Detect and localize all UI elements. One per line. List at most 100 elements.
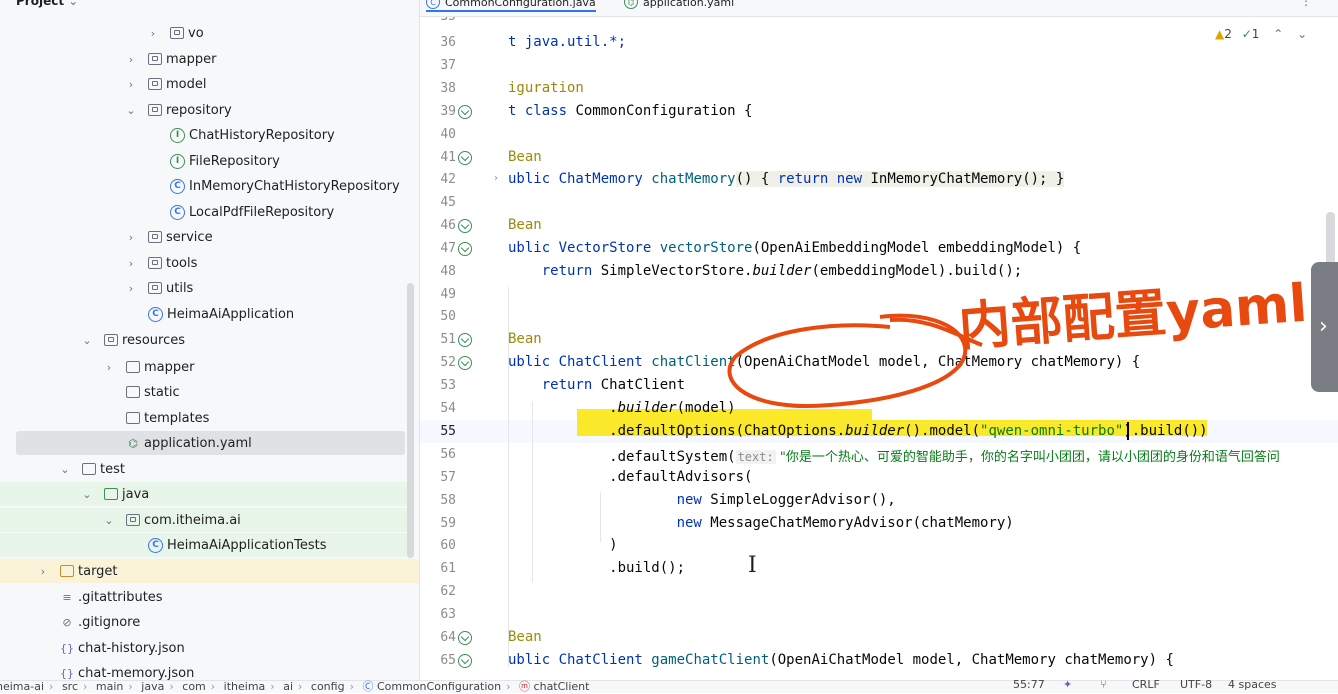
tree-item-chat-history-repository[interactable]: I ChatHistoryRepository [170, 123, 335, 147]
chevron-right-icon[interactable]: › [124, 53, 138, 66]
chevron-down-icon[interactable]: ⌄ [1297, 27, 1307, 41]
code-line-61: .build(); [508, 560, 685, 576]
tree-item-resources[interactable]: ⌄ resources [80, 328, 185, 352]
code-token: ublic ChatMemory [508, 171, 652, 187]
package-icon [126, 514, 140, 526]
bean-gutter-icon[interactable] [458, 356, 472, 370]
breadcrumb-item[interactable]: com [182, 680, 206, 693]
code-line-46: Bean [508, 217, 542, 233]
breadcrumb-item[interactable]: heima-ai [0, 680, 44, 693]
tree-item-mapper[interactable]: › mapper [124, 47, 217, 71]
tree-item-application-yaml[interactable]: ⌬ application.yaml [16, 431, 405, 455]
code-token: class [524, 103, 568, 119]
ai-assistant-icon[interactable]: ✦ [1063, 678, 1072, 691]
ink-circle-stroke [727, 313, 968, 408]
indent-setting[interactable]: 4 spaces [1228, 678, 1277, 691]
breadcrumb-item[interactable]: java [141, 680, 164, 693]
tree-item-file-repository[interactable]: I FileRepository [170, 149, 280, 173]
chevron-right-icon: › [1319, 314, 1328, 339]
class-c-icon: C [426, 0, 440, 9]
chevron-down-icon[interactable]: ⌄ [58, 463, 72, 476]
bean-gutter-icon[interactable] [458, 105, 472, 119]
tab-label: CommonConfiguration.java [445, 0, 596, 9]
code-editor[interactable]: ▲2 ✓1 ⌃ ⌄ 35 36 37 38 39 40 41 42 45 46 … [420, 17, 1338, 680]
code-line-60: ) [508, 537, 617, 553]
chevron-right-icon[interactable]: › [102, 361, 116, 374]
chevron-down-icon[interactable]: ⌄ [80, 488, 94, 501]
tree-item-chat-history-json[interactable]: {} chat-history.json [60, 636, 185, 660]
fold-chevron-icon[interactable]: › [494, 173, 498, 184]
chevron-right-icon[interactable]: › [36, 565, 50, 578]
code-token: InMemoryChatMemory(); } [862, 171, 1065, 187]
line-number: 45 [440, 195, 456, 210]
ok-count: 1 [1251, 27, 1260, 41]
project-scrollbar[interactable] [407, 283, 414, 558]
code-token: builder [617, 400, 677, 416]
file-encoding[interactable]: UTF-8 [1180, 678, 1212, 691]
tree-label: tools [166, 255, 198, 271]
tree-item-utils[interactable]: › utils [124, 276, 194, 300]
chevron-down-icon[interactable]: ⌄ [124, 104, 138, 117]
tab-common-configuration[interactable]: C CommonConfiguration.java [426, 0, 596, 12]
chevron-down-icon[interactable]: ⌄ [80, 334, 94, 347]
tree-item-com-itheima-ai[interactable]: ⌄ com.itheima.ai [0, 508, 407, 532]
tree-item-localpdf-repo[interactable]: C LocalPdfFileRepository [170, 200, 334, 224]
chevron-right-icon[interactable]: › [124, 282, 138, 295]
chevron-right-icon[interactable]: › [124, 78, 138, 91]
bean-gutter-icon[interactable] [458, 333, 472, 347]
breadcrumb-item[interactable]: main [96, 680, 123, 693]
project-title[interactable]: Project ⌄ [16, 0, 78, 8]
tree-item-vo[interactable]: › vo [146, 21, 204, 45]
code-token: SimpleLoggerAdvisor(), [701, 492, 896, 508]
code-token: ChatClient [592, 377, 686, 393]
tree-item-inmemory-repo[interactable]: C InMemoryChatHistoryRepository [170, 174, 400, 198]
breadcrumb-item[interactable]: chatClient [534, 680, 590, 693]
tree-item-test-java[interactable]: ⌄ java [0, 482, 407, 506]
floating-side-handle[interactable]: › [1311, 262, 1338, 392]
more-tabs-icon[interactable]: ⋮ [1300, 0, 1312, 8]
bean-gutter-icon[interactable] [458, 631, 472, 645]
tree-item-service[interactable]: › service [124, 225, 213, 249]
resources-folder-icon [104, 334, 118, 346]
line-number: 40 [440, 127, 456, 142]
inspection-widget[interactable]: ▲2 ✓1 ⌃ ⌄ [1215, 27, 1307, 41]
chevron-right-icon[interactable]: › [146, 27, 160, 40]
git-branch-icon[interactable]: ⑂ [1100, 678, 1107, 691]
tree-item-test[interactable]: ⌄ test [58, 457, 125, 481]
chevron-right-icon[interactable]: › [124, 231, 138, 244]
tree-item-gitignore[interactable]: ⊘ .gitignore [60, 610, 140, 634]
status-bar: heima-ai › src › main › java › com › itheima ›… [0, 678, 1338, 693]
chevron-down-icon[interactable]: ⌄ [102, 514, 116, 527]
breadcrumb-item[interactable]: CommonConfiguration [377, 680, 501, 693]
tree-item-model[interactable]: › model [124, 72, 207, 96]
breadcrumb-item[interactable]: itheima [224, 680, 266, 693]
test-folder-icon [104, 488, 118, 500]
code-token: . [508, 400, 618, 416]
chevron-right-icon[interactable]: › [124, 257, 138, 270]
cursor-position[interactable]: 55:77 [1013, 678, 1045, 691]
breadcrumb-item[interactable]: src [62, 680, 78, 693]
line-number: 62 [440, 584, 456, 599]
bean-gutter-icon[interactable] [458, 151, 472, 165]
breadcrumb-item[interactable]: ai [283, 680, 293, 693]
bean-gutter-icon[interactable] [458, 242, 472, 256]
line-separator[interactable]: CRLF [1132, 678, 1160, 691]
tab-application-yaml[interactable]: ⌬ application.yaml [624, 0, 734, 9]
tree-item-templates[interactable]: templates [126, 406, 209, 430]
tree-item-gitattributes[interactable]: ≡ .gitattributes [60, 585, 162, 609]
tree-item-target[interactable]: › target [0, 559, 419, 583]
tree-item-heima-app-tests[interactable]: C HeimaAiApplicationTests [0, 533, 407, 557]
package-icon [148, 78, 162, 90]
bean-gutter-icon[interactable] [458, 654, 472, 668]
breadcrumb-item[interactable]: config [311, 680, 345, 693]
bean-gutter-icon[interactable] [458, 219, 472, 233]
tree-item-tools[interactable]: › tools [124, 251, 198, 275]
tree-item-res-mapper[interactable]: › mapper [102, 355, 195, 379]
line-number: 35 [420, 17, 456, 24]
tree-item-static[interactable]: static [126, 380, 180, 404]
tree-item-heima-app[interactable]: C HeimaAiApplication [148, 302, 294, 326]
class-icon: C [170, 204, 185, 220]
tree-item-repository[interactable]: ⌄ repository [124, 98, 231, 122]
chevron-up-icon[interactable]: ⌃ [1273, 27, 1283, 41]
